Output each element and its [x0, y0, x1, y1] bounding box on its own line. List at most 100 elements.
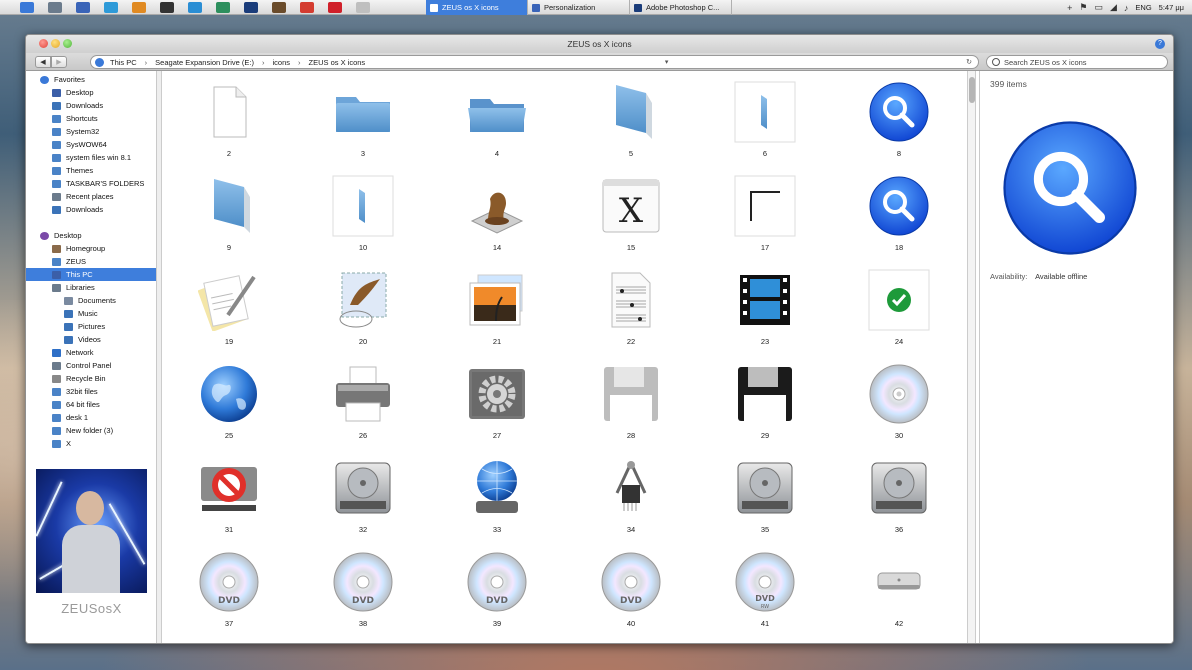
ie-icon[interactable]: [104, 2, 118, 13]
address-bar[interactable]: This PC › Seagate Expansion Drive (E:) › ico…: [90, 55, 979, 69]
sidebar-item[interactable]: New folder (3): [26, 424, 156, 437]
sidebar-item[interactable]: Recycle Bin: [26, 372, 156, 385]
sidebar-item[interactable]: TASKBAR'S FOLDERS: [26, 177, 156, 190]
clock[interactable]: 5:47 μμ: [1159, 3, 1184, 12]
taskbar-task[interactable]: ZEUS os X icons: [426, 0, 528, 15]
file-item[interactable]: 36: [832, 449, 966, 543]
taskbar-task[interactable]: Personalization: [528, 0, 630, 15]
plus-icon[interactable]: +: [1067, 3, 1072, 13]
help-icon[interactable]: ?: [1155, 39, 1165, 49]
sidebar-item[interactable]: Downloads: [26, 99, 156, 112]
sidebar-item[interactable]: X: [26, 437, 156, 450]
file-item[interactable]: 18: [832, 167, 966, 261]
refresh-icon[interactable]: ↻: [966, 58, 972, 66]
sidebar-item[interactable]: 32bit files: [26, 385, 156, 398]
computer-icon[interactable]: [48, 2, 62, 13]
breadcrumb-item[interactable]: ZEUS os X icons: [309, 58, 366, 67]
file-item[interactable]: 4: [430, 73, 564, 167]
file-item[interactable]: 9: [162, 167, 296, 261]
sidebar-header[interactable]: Desktop: [26, 229, 156, 242]
file-item[interactable]: 32: [296, 449, 430, 543]
flag-icon[interactable]: ⚑: [1079, 2, 1087, 13]
photos-icon[interactable]: [216, 2, 230, 13]
file-item[interactable]: 42: [832, 543, 966, 637]
chrome-icon[interactable]: [300, 2, 314, 13]
media-icon[interactable]: [272, 2, 286, 13]
file-item[interactable]: 22: [564, 261, 698, 355]
sidebar-item[interactable]: This PC: [26, 268, 156, 281]
sidebar-item[interactable]: Music: [26, 307, 156, 320]
sidebar-header[interactable]: Favorites: [26, 73, 156, 86]
network-icon[interactable]: ◢: [1110, 2, 1117, 13]
file-item[interactable]: 31: [162, 449, 296, 543]
sidebar-item[interactable]: Downloads: [26, 203, 156, 216]
file-item[interactable]: 6: [698, 73, 832, 167]
file-item[interactable]: 20: [296, 261, 430, 355]
file-grid-scrollbar[interactable]: [967, 71, 976, 643]
search-input[interactable]: Search ZEUS os X icons: [986, 55, 1168, 69]
taskbar-task[interactable]: Adobe Photoshop C...: [630, 0, 732, 15]
file-item[interactable]: 2: [162, 73, 296, 167]
opera-icon[interactable]: [328, 2, 342, 13]
sidebar-item[interactable]: Desktop: [26, 86, 156, 99]
sidebar-item[interactable]: Recent places: [26, 190, 156, 203]
battery-icon[interactable]: ▭: [1094, 2, 1103, 13]
file-item[interactable]: 26: [296, 355, 430, 449]
camera-icon[interactable]: [160, 2, 174, 13]
sidebar-item[interactable]: Libraries: [26, 281, 156, 294]
file-item[interactable]: 35: [698, 449, 832, 543]
maximize-button[interactable]: [63, 39, 72, 48]
file-item[interactable]: 24: [832, 261, 966, 355]
file-item[interactable]: DVD 39: [430, 543, 564, 637]
language-indicator[interactable]: ENG: [1135, 3, 1151, 12]
forward-button[interactable]: ▶: [51, 56, 67, 68]
file-item[interactable]: 23: [698, 261, 832, 355]
sidebar-item[interactable]: SysWOW64: [26, 138, 156, 151]
windows-start-icon[interactable]: [20, 2, 34, 13]
file-item[interactable]: 34: [564, 449, 698, 543]
file-item[interactable]: X 15: [564, 167, 698, 261]
file-item[interactable]: DVD RW 41: [698, 543, 832, 637]
sidebar-item[interactable]: Videos: [26, 333, 156, 346]
file-item[interactable]: DVD 40: [564, 543, 698, 637]
paint-icon[interactable]: [356, 2, 370, 13]
breadcrumb-item[interactable]: This PC: [110, 58, 137, 67]
file-item[interactable]: 25: [162, 355, 296, 449]
sidebar-item[interactable]: Control Panel: [26, 359, 156, 372]
dropdown-arrow-icon[interactable]: ▾: [665, 58, 669, 66]
breadcrumb-item[interactable]: icons: [272, 58, 290, 67]
file-item[interactable]: 5: [564, 73, 698, 167]
skype-icon[interactable]: [188, 2, 202, 13]
file-item[interactable]: DVD 37: [162, 543, 296, 637]
sidebar-item[interactable]: Pictures: [26, 320, 156, 333]
file-item[interactable]: 17: [698, 167, 832, 261]
breadcrumb-item[interactable]: Seagate Expansion Drive (E:): [155, 58, 254, 67]
sidebar-item[interactable]: desk 1: [26, 411, 156, 424]
sidebar-item[interactable]: Homegroup: [26, 242, 156, 255]
file-item[interactable]: 28: [564, 355, 698, 449]
file-item[interactable]: 10: [296, 167, 430, 261]
sidebar-item[interactable]: Network: [26, 346, 156, 359]
photoshop-icon[interactable]: [244, 2, 258, 13]
file-item[interactable]: 8: [832, 73, 966, 167]
file-item[interactable]: 29: [698, 355, 832, 449]
monitor-icon[interactable]: [76, 2, 90, 13]
scrollbar-thumb[interactable]: [969, 77, 975, 103]
sidebar-item[interactable]: system files win 8.1: [26, 151, 156, 164]
close-button[interactable]: [39, 39, 48, 48]
sidebar-item[interactable]: System32: [26, 125, 156, 138]
sidebar-item[interactable]: Documents: [26, 294, 156, 307]
sidebar-item[interactable]: Shortcuts: [26, 112, 156, 125]
volume-icon[interactable]: ♪: [1124, 3, 1129, 13]
file-item[interactable]: 21: [430, 261, 564, 355]
file-item[interactable]: DVD 38: [296, 543, 430, 637]
back-button[interactable]: ◀: [35, 56, 51, 68]
file-item[interactable]: 19: [162, 261, 296, 355]
file-item[interactable]: 14: [430, 167, 564, 261]
file-item[interactable]: 27: [430, 355, 564, 449]
sidebar-item[interactable]: 64 bit files: [26, 398, 156, 411]
firefox-icon[interactable]: [132, 2, 146, 13]
file-item[interactable]: 30: [832, 355, 966, 449]
sidebar-item[interactable]: ZEUS: [26, 255, 156, 268]
file-item[interactable]: 3: [296, 73, 430, 167]
